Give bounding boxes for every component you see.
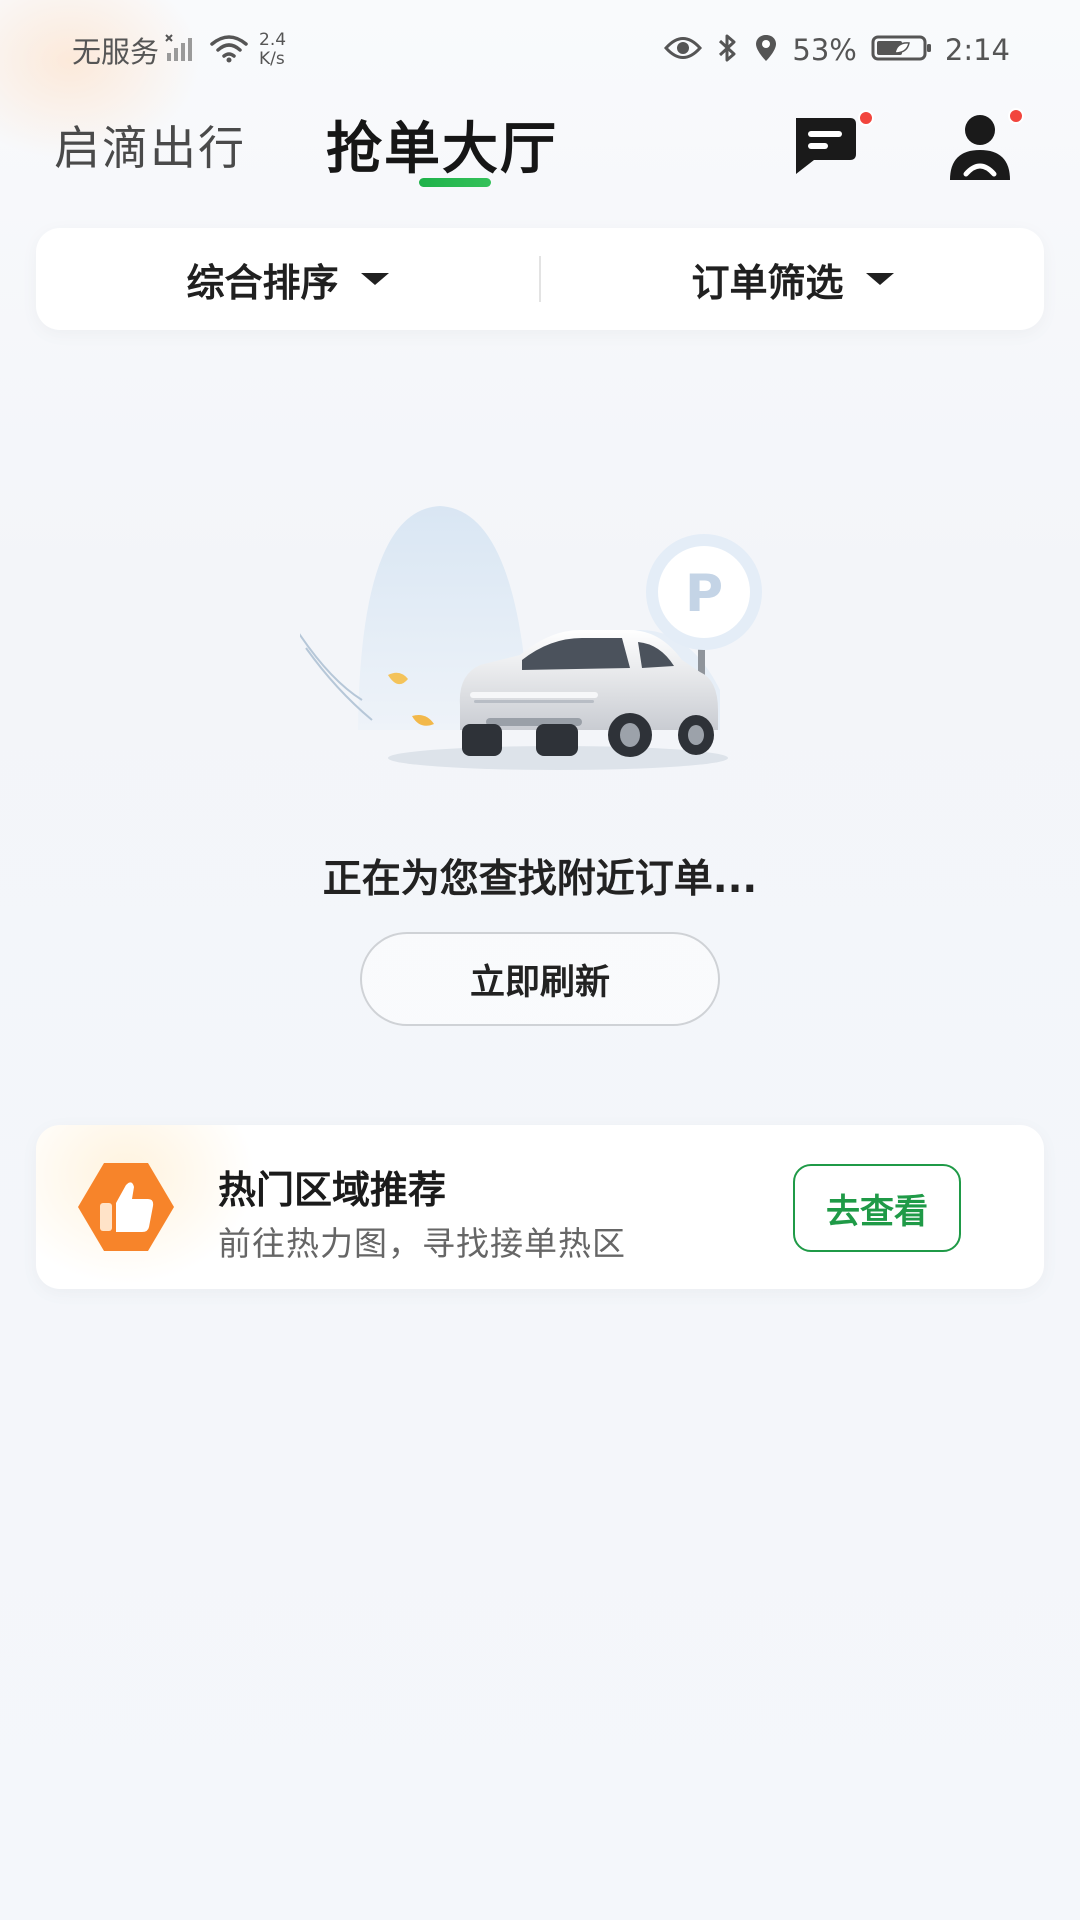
tab-order-hall[interactable]: 抢单大厅 [326,104,558,185]
network-speed-value: 2.4 [259,30,287,50]
battery-icon [871,34,933,66]
view-heatmap-button[interactable]: 去查看 [793,1164,961,1252]
top-nav: 启滴出行 抢单大厅 [0,100,1080,200]
thumbs-up-icon [76,1159,176,1255]
driver-avatar-icon [946,115,1022,190]
filter-bar: 综合排序 订单筛选 [36,228,1044,330]
active-tab-indicator [419,178,491,187]
message-button[interactable] [790,110,874,180]
location-icon [754,33,778,67]
svg-text:P: P [685,564,723,624]
order-filter-dropdown[interactable]: 订单筛选 [541,228,1044,330]
sort-dropdown[interactable]: 综合排序 [36,228,539,330]
hot-zone-title: 热门区域推荐 [218,1168,447,1212]
battery-percent: 53% [792,33,857,67]
refresh-button[interactable]: 立即刷新 [360,932,720,1026]
searching-message: 正在为您查找附近订单... [322,857,758,902]
signal-no-service-icon [165,33,199,67]
carrier-label: 无服务 [72,35,160,69]
screen: 无服务 2.4 K/s 53% 2:14 启滴出行 抢单大厅 综合排序 订单筛选… [0,0,1080,1920]
car-parking-illustration: P [297,480,780,780]
message-badge [858,110,874,126]
network-speed-unit: K/s [259,49,285,69]
profile-badge [1008,108,1024,124]
profile-button[interactable] [946,108,1024,186]
hot-zone-subtitle: 前往热力图，寻找接单热区 [218,1224,626,1263]
message-icon [790,118,862,184]
clock: 2:14 [944,33,1010,67]
wifi-icon [209,33,249,67]
order-filter-label: 订单筛选 [691,260,844,305]
network-speed: 2.4 K/s [259,31,286,69]
caret-down-icon [865,273,894,285]
eye-icon [664,35,703,65]
hot-zone-card: 热门区域推荐 前往热力图，寻找接单热区 去查看 [36,1125,1044,1289]
caret-down-icon [360,273,389,285]
sort-label: 综合排序 [186,260,339,305]
bluetooth-icon [716,33,740,67]
status-bar-left: 无服务 2.4 K/s [72,29,286,71]
status-bar: 无服务 2.4 K/s 53% 2:14 [0,0,1080,100]
tab-qidi-travel[interactable]: 启滴出行 [54,112,246,178]
status-bar-right: 53% 2:14 [650,33,1010,67]
